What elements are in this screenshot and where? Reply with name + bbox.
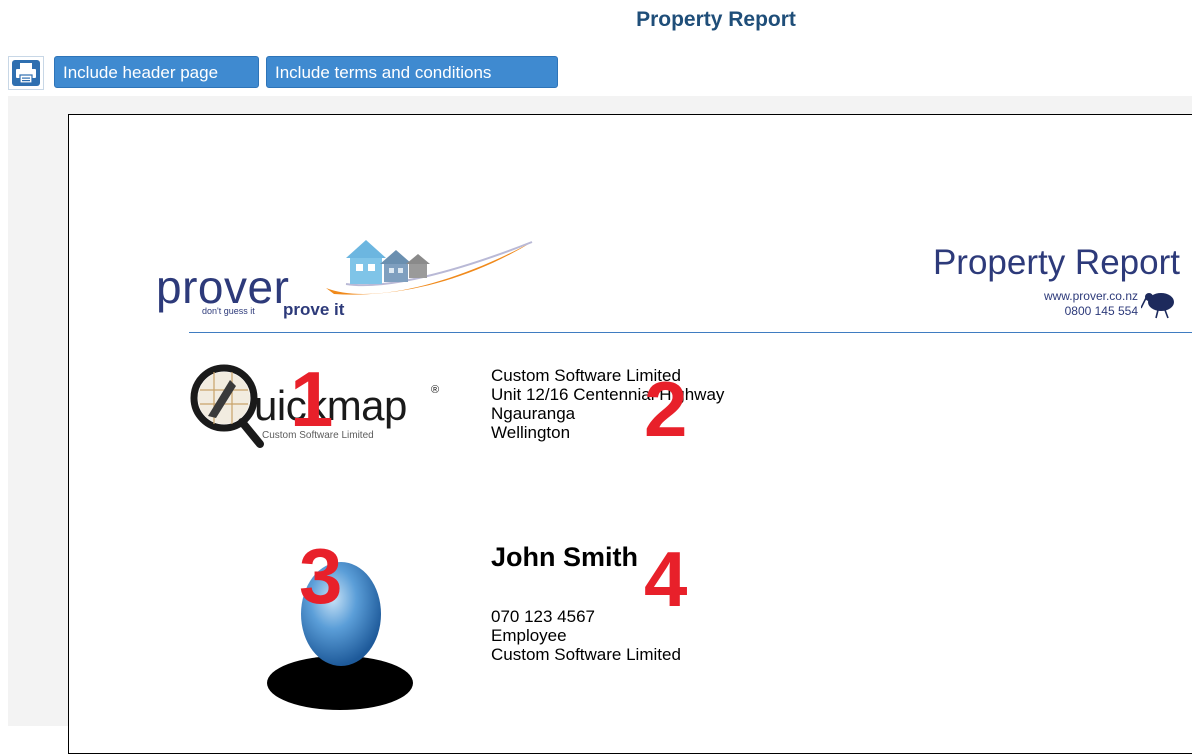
annotation-marker-1: 1 bbox=[290, 355, 334, 443]
houses-icon bbox=[326, 240, 533, 295]
quickmap-q-icon bbox=[190, 364, 264, 448]
annotation-marker-3: 3 bbox=[299, 532, 343, 620]
kiwi-icon bbox=[1141, 293, 1174, 319]
page-title: Property Report bbox=[636, 8, 796, 31]
prover-logo: prover don't guess it prove it bbox=[156, 238, 536, 322]
report-phone: 0800 145 554 bbox=[1064, 304, 1138, 318]
agent-company: Custom Software Limited bbox=[491, 645, 681, 664]
prover-tagline: prove it bbox=[283, 300, 345, 319]
agent-role: Employee bbox=[491, 626, 567, 645]
header-divider bbox=[189, 332, 1192, 333]
address-line: Unit 12/16 Centennial Highway bbox=[491, 385, 725, 404]
prover-tagline-small: don't guess it bbox=[202, 306, 255, 316]
print-button[interactable] bbox=[8, 56, 44, 90]
include-terms-button[interactable]: Include terms and conditions bbox=[266, 56, 558, 88]
include-header-page-button[interactable]: Include header page bbox=[54, 56, 259, 88]
report-title: Property Report bbox=[932, 243, 1180, 282]
registered-mark: ® bbox=[431, 384, 440, 396]
address-line: Custom Software Limited bbox=[491, 366, 681, 385]
agent-name: John Smith bbox=[491, 542, 638, 572]
address-line: Wellington bbox=[491, 423, 571, 442]
report-website: www.prover.co.nz bbox=[1043, 289, 1138, 303]
annotation-marker-2: 2 bbox=[644, 365, 688, 453]
printer-icon bbox=[12, 60, 40, 86]
annotation-marker-4: 4 bbox=[644, 535, 688, 623]
company-address: Custom Software Limited Unit 12/16 Cente… bbox=[491, 366, 724, 442]
address-line: Ngauranga bbox=[491, 404, 576, 423]
